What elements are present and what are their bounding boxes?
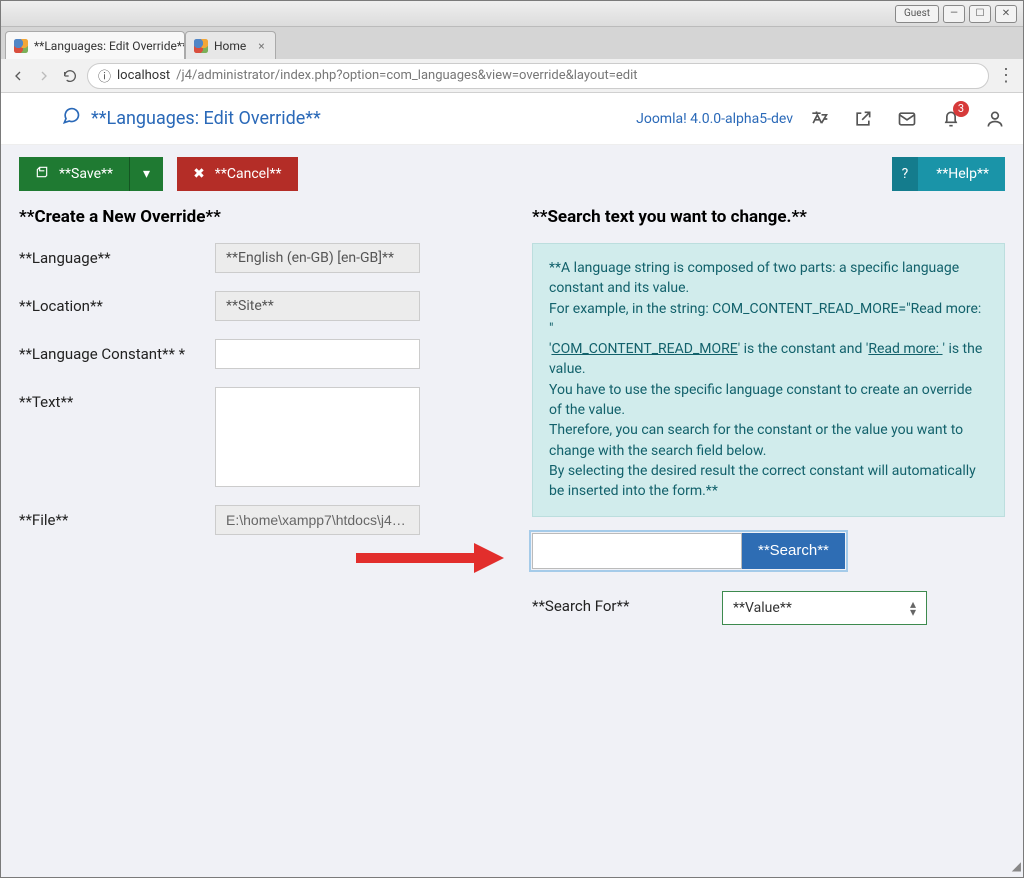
info-text: ' is the constant and ': [738, 341, 869, 357]
header-actions: 3: [809, 109, 1005, 129]
page-title-text: **Languages: Edit Override**: [91, 108, 321, 129]
save-label: **Save**: [59, 166, 113, 182]
window-close-button[interactable]: ✕: [995, 5, 1017, 23]
location-value: **Site**: [215, 291, 420, 321]
language-switcher-icon[interactable]: [809, 109, 829, 129]
info-line: For example, in the string: COM_CONTENT_…: [549, 299, 988, 380]
constant-input[interactable]: [215, 339, 420, 369]
tab-title: Home: [214, 39, 246, 53]
info-line: You have to use the specific language co…: [549, 380, 988, 421]
search-for-select[interactable]: **Value** ▴▾: [722, 591, 927, 625]
browser-menu-icon[interactable]: ⋮: [997, 65, 1015, 86]
version-label: Joomla! 4.0.0-alpha5-dev: [636, 111, 793, 127]
search-input[interactable]: [532, 533, 742, 569]
info-line: By selecting the desired result the corr…: [549, 461, 988, 502]
file-label: **File**: [19, 505, 215, 529]
user-menu-icon[interactable]: [985, 109, 1005, 129]
cancel-button[interactable]: ✖ **Cancel**: [177, 157, 297, 191]
external-link-icon[interactable]: [853, 109, 873, 129]
app-window: Guest — ☐ ✕ **Languages: Edit Override**…: [0, 0, 1024, 878]
browser-tab[interactable]: Home ×: [185, 31, 276, 59]
admin-header: **Languages: Edit Override** Joomla! 4.0…: [1, 93, 1023, 145]
left-column: **Create a New Override** **Language** *…: [19, 203, 492, 859]
right-heading: **Search text you want to change.**: [532, 207, 1005, 227]
site-info-icon[interactable]: ⓘ: [98, 66, 111, 85]
tab-close-icon[interactable]: ×: [258, 39, 264, 53]
resize-grip-icon: ◢: [1012, 859, 1021, 873]
language-label: **Language**: [19, 243, 215, 267]
browser-navbar: ⓘ localhost/j4/administrator/index.php?o…: [1, 59, 1023, 93]
select-caret-icon: ▴▾: [910, 600, 916, 616]
cancel-label: **Cancel**: [215, 166, 282, 182]
notifications-icon[interactable]: 3: [941, 109, 961, 129]
text-input[interactable]: [215, 387, 420, 487]
page-title: **Languages: Edit Override**: [61, 106, 321, 131]
info-underline: Read more:: [868, 341, 942, 357]
info-text: For example, in the string: COM_CONTENT_…: [549, 301, 981, 337]
save-icon: [35, 165, 49, 183]
help-button[interactable]: ? **Help**: [892, 157, 1005, 191]
constant-label: **Language Constant** *: [19, 339, 215, 363]
search-for-label: **Search For**: [532, 591, 722, 615]
browser-tabstrip: **Languages: Edit Override** × Home ×: [1, 27, 1023, 59]
comment-icon: [61, 106, 81, 131]
right-column: **Search text you want to change.** **A …: [532, 203, 1005, 859]
window-minimize-button[interactable]: —: [943, 5, 965, 23]
close-icon: ✖: [193, 166, 205, 182]
left-heading: **Create a New Override**: [19, 207, 492, 227]
notifications-badge: 3: [953, 101, 969, 117]
window-maximize-button[interactable]: ☐: [969, 5, 991, 23]
address-bar[interactable]: ⓘ localhost/j4/administrator/index.php?o…: [87, 63, 989, 89]
joomla-favicon-icon: [14, 39, 28, 53]
url-host: localhost: [117, 68, 170, 83]
page-body: **Languages: Edit Override** Joomla! 4.0…: [1, 93, 1023, 877]
info-underline: COM_CONTENT_READ_MORE: [551, 341, 737, 357]
info-box: **A language string is composed of two p…: [532, 243, 1005, 517]
nav-back-icon[interactable]: [9, 67, 27, 85]
browser-tab-active[interactable]: **Languages: Edit Override** ×: [5, 31, 185, 59]
save-dropdown-toggle[interactable]: ▾: [129, 157, 163, 191]
help-icon: ?: [892, 157, 919, 191]
help-label: **Help**: [936, 166, 989, 182]
tab-title: **Languages: Edit Override**: [34, 39, 185, 53]
guest-badge: Guest: [895, 5, 939, 23]
caret-down-icon: ▾: [143, 166, 150, 182]
messages-icon[interactable]: [897, 109, 917, 129]
save-button[interactable]: **Save**: [19, 157, 129, 191]
info-line: Therefore, you can search for the consta…: [549, 420, 988, 461]
info-line: **A language string is composed of two p…: [549, 258, 988, 299]
file-input[interactable]: [215, 505, 420, 535]
search-row: **Search**: [532, 533, 845, 569]
language-value: **English (en-GB) [en-GB]**: [215, 243, 420, 273]
main-content: **Create a New Override** **Language** *…: [1, 203, 1023, 877]
select-value: **Value**: [733, 600, 792, 616]
text-label: **Text**: [19, 387, 215, 411]
action-toolbar: **Save** ▾ ✖ **Cancel** ? **Help**: [1, 145, 1023, 203]
save-button-group: **Save** ▾: [19, 157, 163, 191]
joomla-favicon-icon: [194, 39, 208, 53]
search-button[interactable]: **Search**: [742, 533, 845, 569]
window-titlebar: Guest — ☐ ✕: [1, 1, 1023, 27]
url-path: /j4/administrator/index.php?option=com_l…: [176, 68, 637, 83]
nav-reload-icon[interactable]: [61, 67, 79, 85]
joomla-logo-icon: [19, 106, 45, 132]
nav-forward-icon: [35, 67, 53, 85]
location-label: **Location**: [19, 291, 215, 315]
